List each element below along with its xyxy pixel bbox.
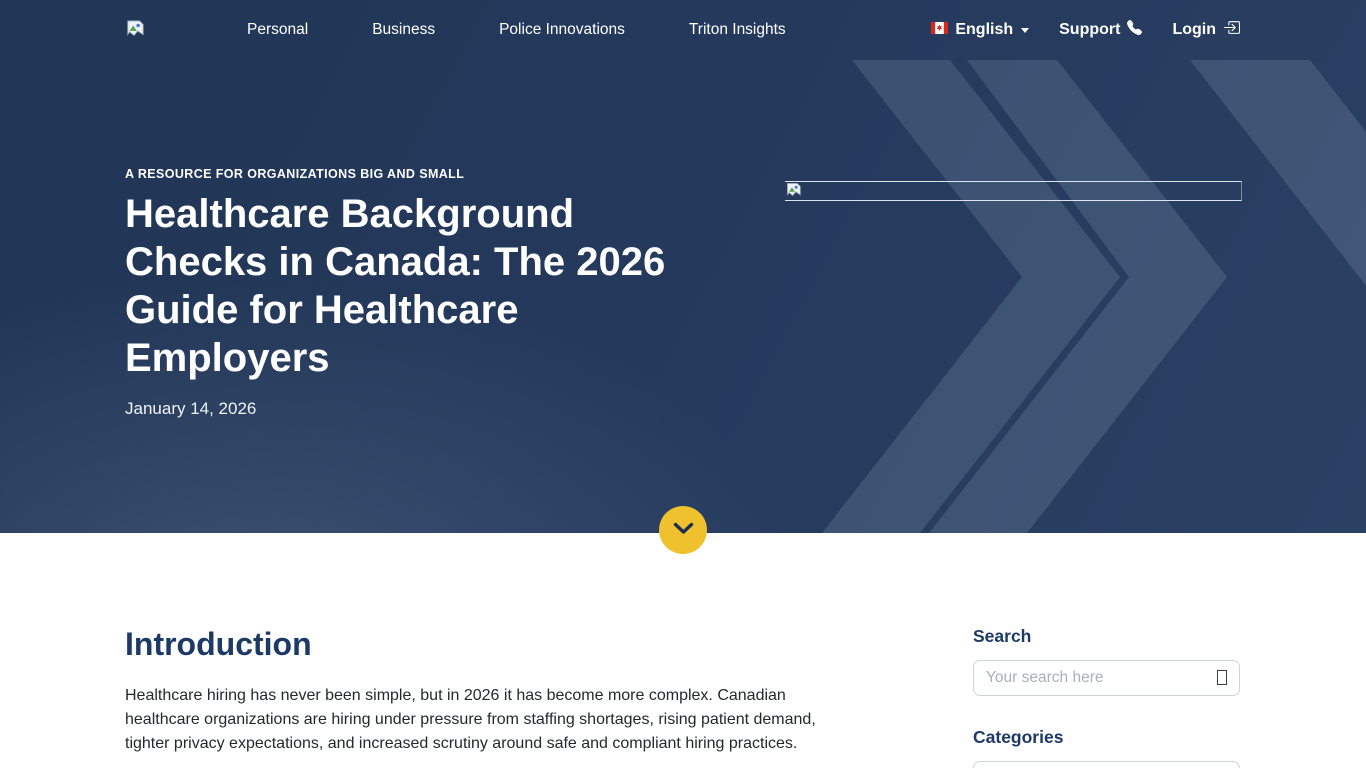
nav-item-triton-insights[interactable]: Triton Insights bbox=[689, 21, 786, 39]
top-navbar: Personal Business Police Innovations Tri… bbox=[0, 0, 1366, 60]
caret-down-icon bbox=[1021, 28, 1029, 33]
categories-select[interactable]: Select Category bbox=[973, 761, 1240, 768]
search-icon-missing-glyph[interactable] bbox=[1217, 670, 1227, 685]
hero-image-broken-image-icon bbox=[785, 181, 1242, 201]
login-link[interactable]: Login bbox=[1172, 19, 1240, 41]
sidebar-categories-heading: Categories bbox=[973, 727, 1240, 748]
page: Personal Business Police Innovations Tri… bbox=[0, 0, 1366, 768]
section-heading-introduction: Introduction bbox=[125, 626, 827, 663]
canada-flag-icon bbox=[931, 21, 948, 39]
phone-icon bbox=[1127, 20, 1142, 40]
scroll-down-button[interactable] bbox=[659, 506, 707, 554]
chevron-down-icon bbox=[673, 522, 694, 538]
article-date: January 14, 2026 bbox=[125, 399, 1366, 419]
language-menu[interactable]: English bbox=[931, 21, 1029, 39]
main-content: Introduction Healthcare hiring has never… bbox=[0, 533, 1366, 768]
hero-eyebrow: A RESOURCE FOR ORGANIZATIONS BIG AND SMA… bbox=[125, 167, 1366, 181]
article-paragraph: Healthcare hiring has never been simple,… bbox=[125, 684, 827, 756]
navbar-utility-group: English Support Login bbox=[931, 19, 1240, 41]
hero-section: Personal Business Police Innovations Tri… bbox=[0, 0, 1366, 533]
box-arrow-in-right-icon bbox=[1223, 19, 1240, 41]
support-label: Support bbox=[1059, 21, 1120, 39]
sidebar-search-heading: Search bbox=[973, 626, 1240, 647]
language-label: English bbox=[955, 21, 1013, 39]
sidebar: Search Categories Select Category bbox=[973, 626, 1240, 768]
nav-item-personal[interactable]: Personal bbox=[247, 21, 308, 39]
article-body: Introduction Healthcare hiring has never… bbox=[125, 626, 827, 756]
support-link[interactable]: Support bbox=[1059, 20, 1142, 40]
hero-content: A RESOURCE FOR ORGANIZATIONS BIG AND SMA… bbox=[0, 60, 1366, 419]
main-nav: Personal Business Police Innovations Tri… bbox=[247, 21, 786, 39]
search-box bbox=[973, 660, 1240, 696]
nav-item-police-innovations[interactable]: Police Innovations bbox=[499, 21, 625, 39]
page-title: Healthcare Background Checks in Canada: … bbox=[125, 190, 697, 382]
login-label: Login bbox=[1172, 21, 1216, 39]
logo-broken-image-icon[interactable] bbox=[126, 19, 144, 41]
search-input[interactable] bbox=[973, 660, 1240, 696]
nav-item-business[interactable]: Business bbox=[372, 21, 435, 39]
